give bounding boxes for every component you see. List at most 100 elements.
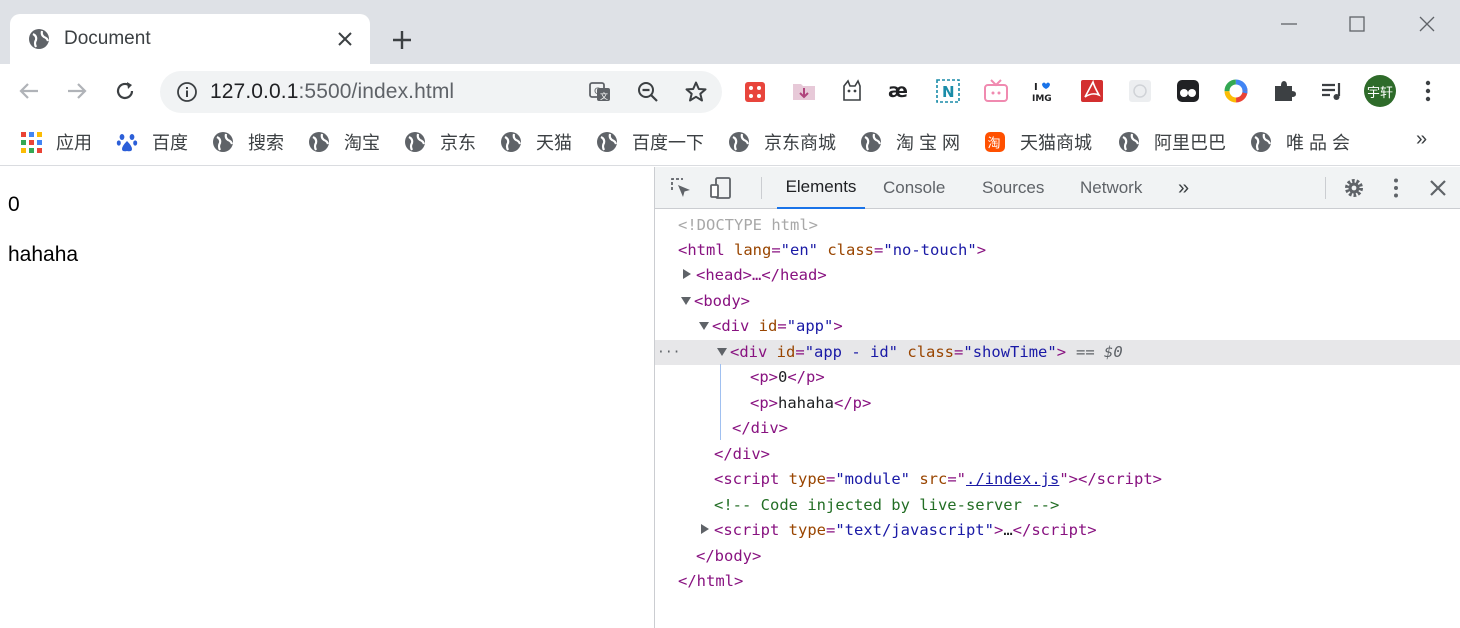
dom-node-html-close[interactable]: </html>	[655, 569, 1460, 594]
svg-text:淘: 淘	[988, 137, 1001, 152]
collapse-triangle-icon[interactable]	[698, 317, 710, 335]
bookmark-item[interactable]: 应用	[20, 128, 92, 156]
devtools-tab-console[interactable]: Console	[883, 167, 945, 209]
bookmark-item[interactable]: 百度	[116, 128, 188, 156]
collapse-triangle-icon[interactable]	[716, 343, 728, 361]
expand-triangle-icon[interactable]	[682, 266, 692, 284]
taobao-icon: 淘	[984, 131, 1006, 153]
bookmark-item[interactable]: 搜索	[212, 128, 284, 156]
dom-node-comment[interactable]: <!-- Code injected by live-server -->	[655, 493, 1460, 518]
bookmarks-more-chevron[interactable]: »	[1416, 128, 1427, 151]
bookmark-item[interactable]: 阿里巴巴	[1118, 128, 1226, 156]
collapse-triangle-icon[interactable]	[680, 292, 692, 310]
devtools-settings-gear-icon[interactable]	[1341, 175, 1367, 201]
translate-icon[interactable]: G文	[586, 78, 614, 106]
bookmark-label: 京东	[440, 133, 476, 153]
dom-node-p-text[interactable]: <p>hahaha</p>	[655, 391, 1460, 416]
globe-icon	[1250, 131, 1272, 153]
address-bar[interactable]: 127.0.0.1:5500/index.html G文	[160, 71, 722, 113]
bookmark-label: 淘 宝 网	[896, 133, 961, 153]
tv-extension-icon[interactable]	[982, 77, 1010, 105]
dom-node-body[interactable]: <body>	[655, 289, 1460, 314]
dom-node-div-close[interactable]: </div>	[655, 416, 1460, 441]
devtools-more-tabs[interactable]: »	[1178, 167, 1189, 209]
pdf-extension-icon[interactable]	[1078, 77, 1106, 105]
bookmark-item[interactable]: 京东	[404, 128, 476, 156]
apps-grid-icon	[20, 131, 42, 153]
bookmark-star-icon[interactable]	[682, 78, 710, 106]
inspect-element-icon[interactable]	[668, 175, 694, 201]
page-paragraph-count: 0	[8, 193, 20, 216]
back-arrow-icon[interactable]	[14, 76, 44, 106]
zoom-out-icon[interactable]	[634, 78, 662, 106]
minimize-icon[interactable]	[1274, 10, 1304, 38]
dom-node-body-close[interactable]: </body>	[655, 544, 1460, 569]
bookmark-item[interactable]: 天猫	[500, 128, 572, 156]
dom-node-div-app[interactable]: <div id="app">	[655, 314, 1460, 339]
n-extension-icon[interactable]: N	[934, 77, 962, 105]
bookmark-item[interactable]: 淘 天猫商城	[984, 128, 1092, 156]
forward-arrow-icon[interactable]	[62, 76, 92, 106]
menu-kebab-icon[interactable]	[1414, 77, 1442, 105]
attr-value: "text/javascript"	[835, 521, 994, 539]
p-text: hahaha	[778, 394, 834, 412]
reload-icon[interactable]	[110, 76, 140, 106]
new-tab-icon[interactable]	[388, 26, 416, 54]
div-open-tag: <div	[712, 317, 759, 335]
media-playlist-icon[interactable]	[1318, 77, 1346, 105]
dom-node-script-module[interactable]: <script type="module" src="./index.js"><…	[655, 467, 1460, 492]
dom-node-p-count[interactable]: <p>0</p>	[655, 365, 1460, 390]
devtools-separator-right	[1325, 177, 1326, 199]
dom-node-script-injected[interactable]: <script type="text/javascript">…</script…	[655, 518, 1460, 543]
window-close-icon[interactable]	[1412, 10, 1442, 38]
baidu-paw-icon	[116, 131, 138, 153]
grid-extension-icon[interactable]	[1126, 77, 1154, 105]
cat-extension-icon[interactable]	[838, 77, 866, 105]
tampermonkey-extension-icon[interactable]	[1174, 77, 1202, 105]
img-extension-icon[interactable]: I IMG	[1030, 77, 1058, 105]
head-collapsed: <head>…</head>	[696, 266, 827, 284]
bookmark-item[interactable]: 淘 宝 网	[860, 128, 960, 156]
dom-node-doctype[interactable]: <!DOCTYPE html>	[655, 213, 1460, 238]
puzzle-extensions-icon[interactable]	[1270, 77, 1298, 105]
svg-text:文: 文	[600, 91, 608, 101]
svg-text:N: N	[942, 83, 955, 101]
bookmark-label: 百度一下	[632, 133, 704, 153]
attr-value: "en"	[780, 241, 818, 259]
expand-triangle-icon[interactable]	[700, 521, 710, 539]
devtools-menu-kebab-icon[interactable]	[1383, 175, 1409, 201]
devtools-close-icon[interactable]	[1425, 175, 1451, 201]
doctype-text: <!DOCTYPE html>	[678, 216, 818, 234]
browser-tab[interactable]: Document	[10, 14, 370, 64]
dom-node-head[interactable]: <head>…</head>	[655, 263, 1460, 288]
bookmark-item[interactable]: 淘宝	[308, 128, 380, 156]
device-toolbar-icon[interactable]	[708, 175, 734, 201]
body-open-tag: <body>	[694, 292, 750, 310]
bookmark-item[interactable]: 京东商城	[728, 128, 836, 156]
color-ring-extension-icon[interactable]	[1222, 77, 1250, 105]
devtools-tab-elements[interactable]: Elements	[777, 167, 865, 209]
url-path: :5500/index.html	[298, 80, 455, 103]
globe-icon	[500, 131, 522, 153]
url-text[interactable]: 127.0.0.1:5500/index.html	[210, 80, 586, 104]
devtools-tab-sources[interactable]: Sources	[982, 167, 1044, 209]
tab-title: Document	[64, 28, 151, 49]
ae-extension-icon[interactable]: æ	[886, 77, 914, 105]
node-actions-dots[interactable]: ···	[657, 340, 680, 365]
folder-download-extension-icon[interactable]	[790, 77, 818, 105]
site-info-icon[interactable]	[176, 81, 198, 103]
dom-node-div-selected[interactable]: ··· <div id="app - id" class="showTime"> =…	[655, 340, 1460, 365]
maximize-icon[interactable]	[1342, 10, 1372, 38]
globe-icon	[596, 131, 618, 153]
script-src-link[interactable]: ./index.js	[966, 470, 1059, 488]
devtools-tab-network[interactable]: Network	[1080, 167, 1142, 209]
dice-extension-icon[interactable]	[742, 77, 770, 105]
tab-close-icon[interactable]	[332, 26, 358, 52]
tab-strip: Document	[0, 0, 1460, 64]
dom-node-html[interactable]: <html lang="en" class="no-touch">	[655, 238, 1460, 263]
attr-name: class	[827, 241, 875, 259]
dom-node-div-app-close[interactable]: </div>	[655, 442, 1460, 467]
profile-avatar[interactable]: 宇轩	[1364, 75, 1396, 107]
bookmark-item[interactable]: 唯 品 会	[1250, 128, 1350, 156]
bookmark-item[interactable]: 百度一下	[596, 128, 704, 156]
